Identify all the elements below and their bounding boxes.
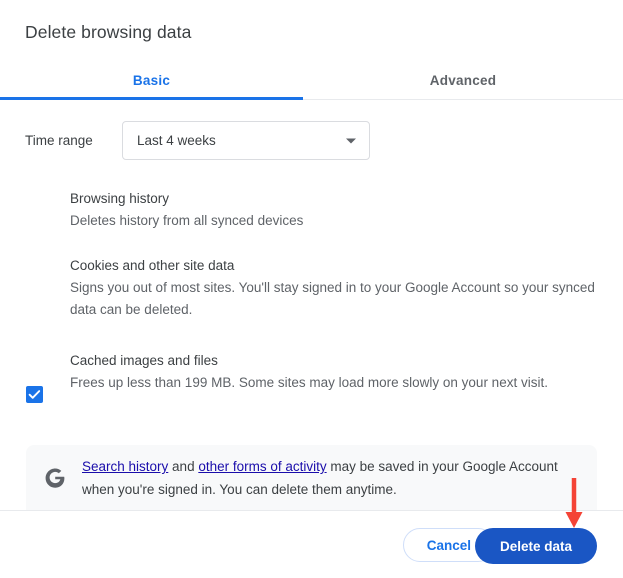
tab-advanced[interactable]: Advanced [303,62,623,99]
option-title: Cached images and files [70,353,218,368]
google-account-notice-card: Search history and other forms of activi… [26,445,597,511]
delete-data-button[interactable]: Delete data [474,528,597,564]
option-title: Browsing history [70,191,170,206]
tab-advanced-label: Advanced [429,73,497,88]
time-range-select[interactable]: Last 4 weeks [122,121,370,160]
tab-strip: Basic Advanced [0,62,623,100]
option-description: Frees up less than 199 MB. Some sites ma… [70,375,548,390]
checkbox-checked-icon[interactable] [26,386,43,403]
option-text: Cookies and other site data Signs you ou… [70,255,597,321]
tab-basic[interactable]: Basic [0,62,303,99]
search-history-link[interactable]: Search history [82,459,168,474]
notice-text-1: and [168,459,199,474]
option-text: Cached images and files Frees up less th… [70,350,597,394]
google-account-notice-text: Search history and other forms of activi… [82,455,597,501]
other-forms-of-activity-link[interactable]: other forms of activity [198,459,326,474]
delete-browsing-data-dialog: Delete browsing data Basic Advanced Time… [0,0,623,578]
dialog-footer: Cancel Delete data [0,511,623,578]
option-title: Cookies and other site data [70,258,235,273]
google-g-icon [40,466,70,490]
option-text: Browsing history Deletes history from al… [70,188,597,232]
option-description: Deletes history from all synced devices [70,213,304,228]
dialog-title: Delete browsing data [25,22,192,42]
tab-selected-indicator [0,97,303,100]
chevron-down-icon [346,138,356,143]
time-range-value: Last 4 weeks [137,133,216,148]
time-range-label: Time range [25,133,93,148]
option-description: Signs you out of most sites. You'll stay… [70,280,595,317]
tab-basic-label: Basic [132,73,171,88]
time-range-row: Time range Last 4 weeks [25,121,370,160]
